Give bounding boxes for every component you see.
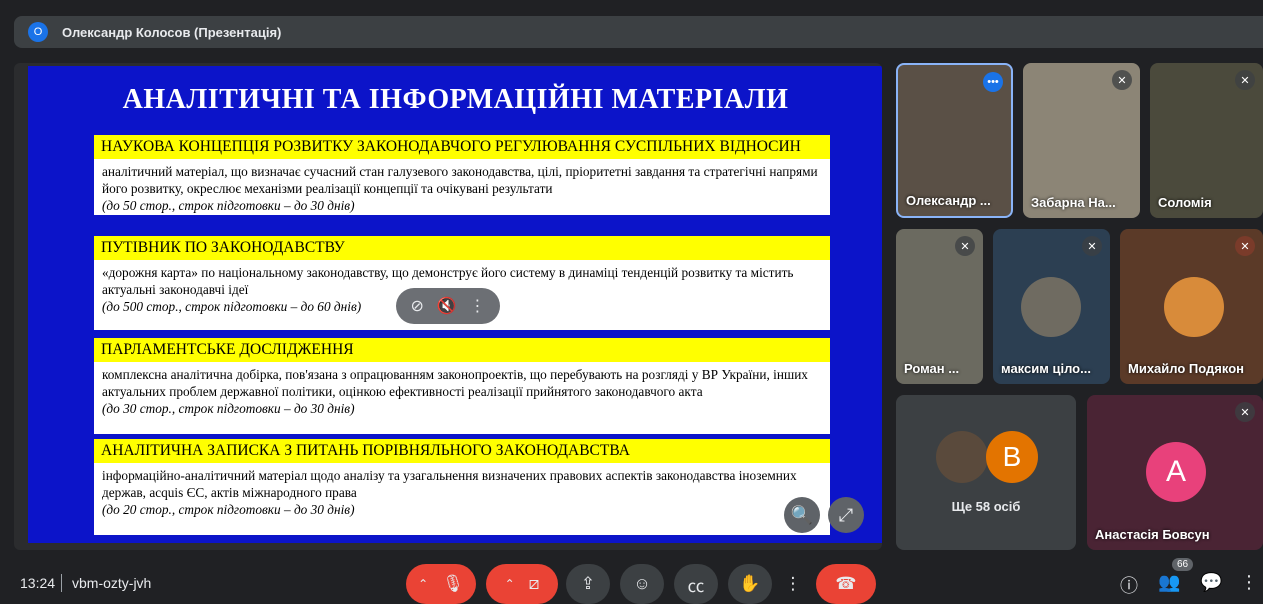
participant-tile[interactable]: ✕ A Анастасія Бовсун — [1087, 395, 1263, 550]
block-heading: ПУТІВНИК ПО ЗАКОНОДАВСТВУ — [94, 236, 830, 260]
block-text: аналітичний матеріал, що визначає сучасн… — [102, 164, 818, 196]
presenter-avatar: О — [28, 22, 48, 42]
block-heading: ПАРЛАМЕНТСЬКЕ ДОСЛІДЖЕННЯ — [94, 338, 830, 362]
more-options-button[interactable]: ⋮ — [780, 564, 806, 604]
block-text: комплексна аналітична добірка, пов'язана… — [102, 367, 808, 399]
avatar: A — [1146, 442, 1206, 502]
participant-tile[interactable]: ✕ Михайло Подякон — [1120, 229, 1263, 384]
mic-off-icon: ✕ — [955, 236, 975, 256]
participant-name: максим ціло... — [1001, 361, 1091, 376]
end-call-icon: ☎ — [835, 574, 857, 593]
more-participants-label: Ще 58 осіб — [951, 499, 1021, 514]
avatar — [1021, 277, 1081, 337]
presenter-bar: О Олександр Колосов (Презентація) — [14, 16, 1263, 48]
participant-tile[interactable]: ✕ Роман ... — [896, 229, 983, 384]
avatar: B — [986, 431, 1038, 483]
presenter-title: Олександр Колосов (Презентація) — [62, 24, 282, 40]
mic-off-icon: ✕ — [1235, 402, 1255, 422]
fullscreen-button[interactable]: ⤢ — [828, 497, 864, 533]
end-call-button[interactable]: ☎ — [816, 564, 876, 604]
slide-block: ПАРЛАМЕНТСЬКЕ ДОСЛІДЖЕННЯ комплексна ана… — [94, 338, 830, 434]
tile-controls: ⊘ 🔇 ⋮ — [396, 288, 500, 324]
present-button[interactable]: ⇪ — [566, 564, 610, 604]
more-options-icon: ⋮ — [784, 574, 802, 593]
participant-tile[interactable]: ✕ Забарна На... — [1023, 63, 1140, 218]
people-count-badge: 66 — [1172, 558, 1194, 571]
people-icon[interactable]: 👥 — [1158, 572, 1180, 593]
avatar — [936, 431, 988, 483]
slide-block: НАУКОВА КОНЦЕПЦІЯ РОЗВИТКУ ЗАКОНОДАВЧОГО… — [94, 135, 830, 215]
zoom-button[interactable]: 🔍 — [784, 497, 820, 533]
avatar — [1164, 277, 1224, 337]
participant-name: Забарна На... — [1031, 195, 1116, 210]
divider — [61, 574, 62, 592]
present-icon: ⇪ — [580, 574, 596, 593]
participant-name: Анастасія Бовсун — [1095, 527, 1210, 542]
captions-icon: ㏄ — [687, 576, 705, 596]
activities-icon[interactable]: ⋮⋮ — [1240, 572, 1263, 593]
emoji-icon: ☺ — [633, 574, 651, 593]
raise-hand-button[interactable]: ✋ — [728, 564, 772, 604]
participant-name: Соломія — [1158, 195, 1212, 210]
block-note: (до 50 стор., строк підготовки – до 30 д… — [102, 198, 355, 213]
expand-icon: ⤢ — [838, 504, 854, 525]
camera-off-icon: ⧄ — [528, 574, 540, 593]
chevron-up-icon: ⌃ — [418, 577, 429, 591]
block-heading: НАУКОВА КОНЦЕПЦІЯ РОЗВИТКУ ЗАКОНОДАВЧОГО… — [94, 135, 830, 159]
participant-tile[interactable]: ✕ Соломія — [1150, 63, 1263, 218]
meeting-code: vbm-ozty-jvh — [72, 575, 152, 591]
bottom-bar: 13:24 vbm-ozty-jvh ⌃ 🎙 ⌃ ⧄ ⇪ ☺ ㏄ ✋ ⋮ ☎ ⓘ… — [0, 558, 1263, 604]
emoji-button[interactable]: ☺ — [620, 564, 664, 604]
mic-off-icon: ✕ — [1235, 236, 1255, 256]
camera-toggle-button[interactable]: ⌃ ⧄ — [486, 564, 558, 604]
slide-block: АНАЛІТИЧНА ЗАПИСКА З ПИТАНЬ ПОРІВНЯЛЬНОГ… — [94, 439, 830, 535]
block-note: (до 20 стор., строк підготовки – до 30 д… — [102, 502, 355, 517]
mic-toggle-button[interactable]: ⌃ 🎙 — [406, 564, 476, 604]
mic-off-icon: ✕ — [1082, 236, 1102, 256]
clock: 13:24 — [20, 575, 56, 591]
speaking-icon: ••• — [983, 72, 1003, 92]
participant-name: Михайло Подякон — [1128, 361, 1244, 376]
unpin-icon[interactable]: ⊘ — [410, 296, 423, 316]
more-participants-tile[interactable]: B Ще 58 осіб — [896, 395, 1076, 550]
more-options-icon[interactable]: ⋮ — [470, 296, 486, 316]
block-heading: АНАЛІТИЧНА ЗАПИСКА З ПИТАНЬ ПОРІВНЯЛЬНОГ… — [94, 439, 830, 463]
participant-tile[interactable]: ✕ максим ціло... — [993, 229, 1110, 384]
captions-button[interactable]: ㏄ — [674, 564, 718, 604]
hand-icon: ✋ — [739, 574, 761, 593]
block-text: інформаційно-аналітичний матеріал щодо а… — [102, 468, 797, 500]
participant-name: Олександр ... — [906, 193, 991, 208]
slide-title: АНАЛІТИЧНІ ТА ІНФОРМАЦІЙНІ МАТЕРІАЛИ — [122, 84, 789, 115]
mic-off-icon: ✕ — [1235, 70, 1255, 90]
presentation-area[interactable]: АНАЛІТИЧНІ ТА ІНФОРМАЦІЙНІ МАТЕРІАЛИ НАУ… — [14, 63, 882, 550]
participant-name: Роман ... — [904, 361, 960, 376]
mic-off-icon: 🎙 — [442, 574, 464, 593]
info-icon[interactable]: ⓘ — [1120, 572, 1138, 598]
participant-tile[interactable]: ••• Олександр ... — [896, 63, 1013, 218]
zoom-icon: 🔍 — [790, 504, 814, 525]
mic-off-icon: ✕ — [1112, 70, 1132, 90]
chat-icon[interactable]: 💬 — [1200, 572, 1222, 593]
chevron-up-icon: ⌃ — [504, 577, 515, 591]
block-note: (до 30 стор., строк підготовки – до 30 д… — [102, 401, 355, 416]
mute-icon[interactable]: 🔇 — [437, 296, 457, 316]
